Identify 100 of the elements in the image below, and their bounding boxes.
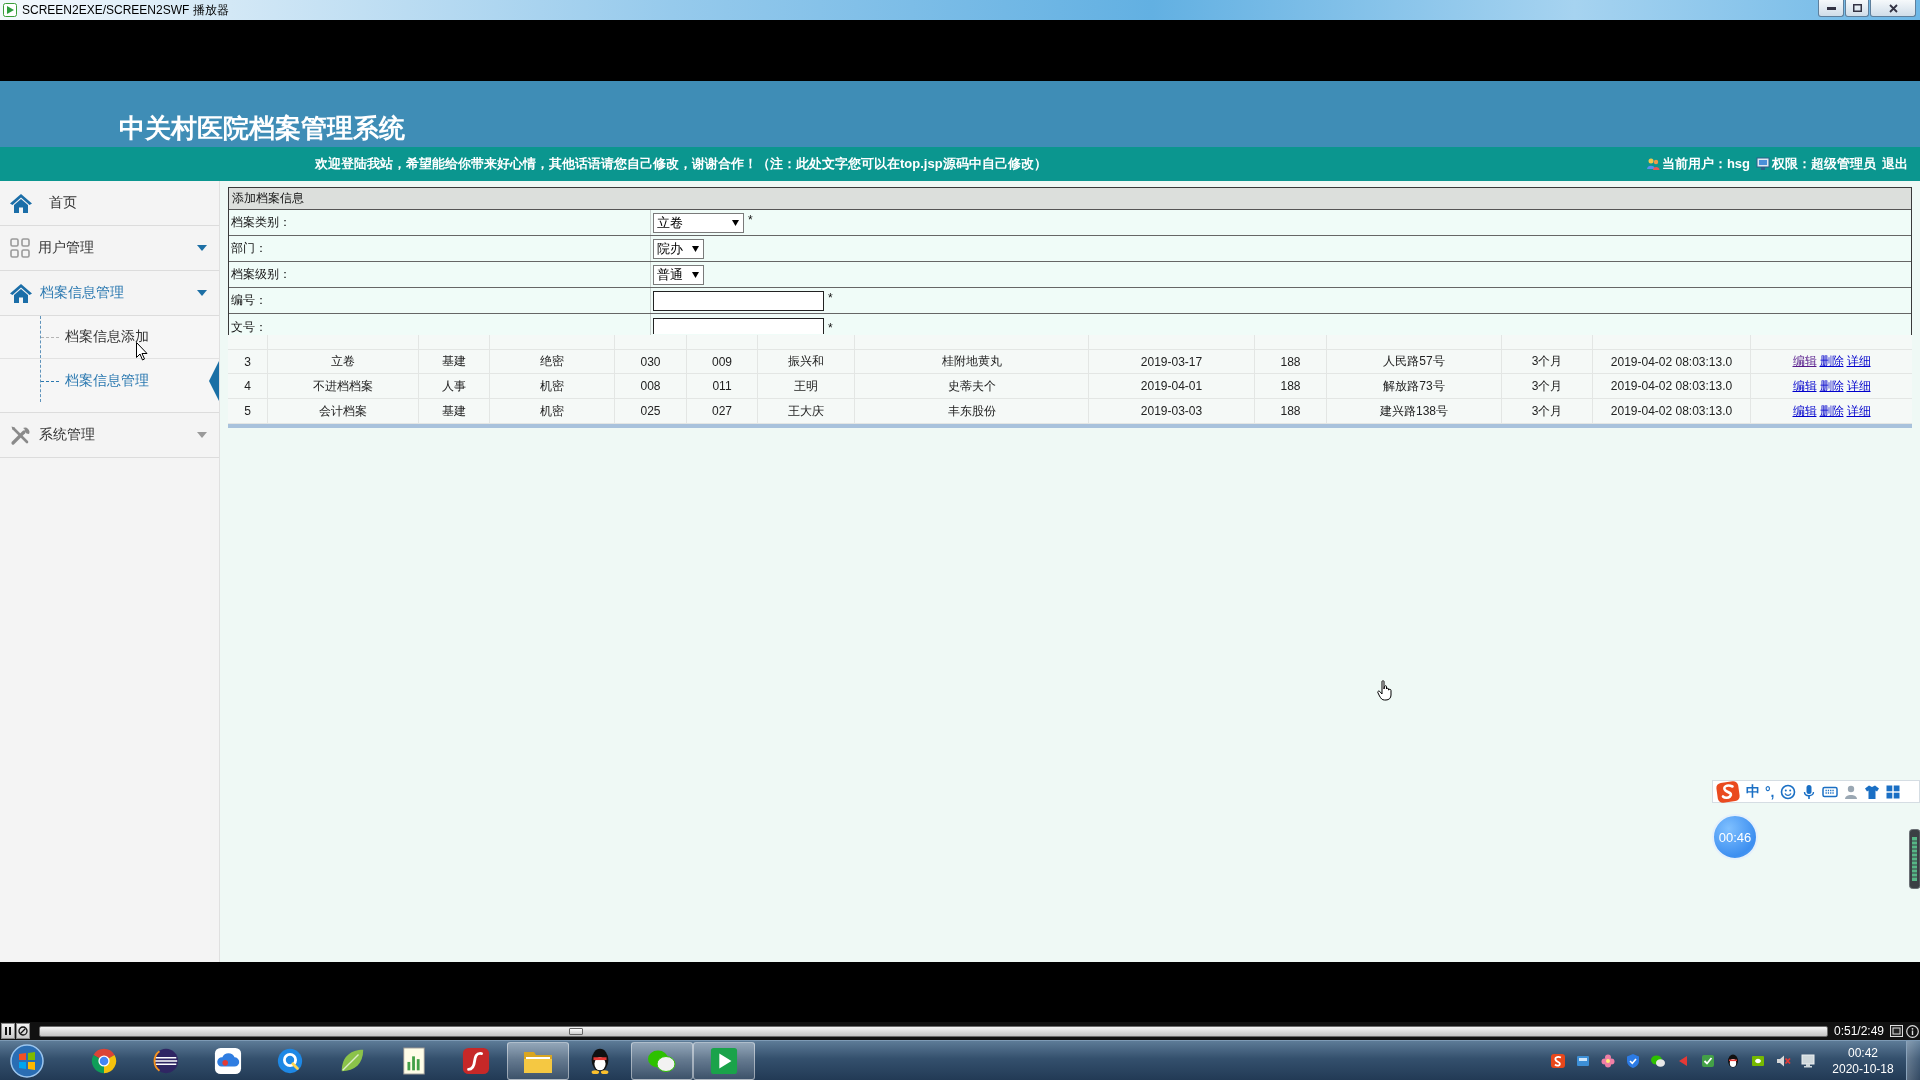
- shirt-icon[interactable]: [1863, 783, 1880, 800]
- required-mark: *: [828, 321, 833, 335]
- text-input[interactable]: [653, 318, 824, 334]
- table-cell: 008: [615, 374, 687, 398]
- role-text: 权限：超级管理员: [1772, 155, 1876, 173]
- table-cell: 桂附地黄丸: [855, 350, 1089, 373]
- table-cell: 人事: [419, 374, 490, 398]
- table-cell: 2019-04-01: [1089, 374, 1255, 398]
- monitor-icon[interactable]: [1800, 1052, 1816, 1069]
- dropdown[interactable]: 立卷: [653, 212, 744, 233]
- info-icon[interactable]: [1906, 1024, 1919, 1038]
- table-cell: 3个月: [1502, 374, 1593, 398]
- table-cell: 丰东股份: [855, 399, 1089, 423]
- delete-link[interactable]: 删除: [1819, 353, 1844, 370]
- delete-link[interactable]: 删除: [1819, 402, 1844, 420]
- hand-cursor-icon: [1377, 680, 1393, 701]
- table-cell: 2019-04-02 08:03:13.0: [1593, 350, 1751, 373]
- home-icon: [10, 283, 32, 303]
- grid-icon: [10, 238, 30, 258]
- player-app-icon: [3, 3, 17, 17]
- sidebar-item[interactable]: 系统管理: [0, 413, 219, 458]
- table-cell: 王大庆: [758, 399, 855, 423]
- monitor-icon: [1756, 157, 1770, 171]
- text-input[interactable]: [653, 290, 824, 311]
- table-cell: 绝密: [490, 350, 615, 373]
- cloud-icon: [214, 1046, 242, 1075]
- table-cell: 建兴路138号: [1327, 399, 1502, 423]
- close-button[interactable]: [1870, 0, 1916, 17]
- caret-icon: [197, 245, 207, 251]
- table-cell: 030: [615, 350, 687, 373]
- form-title: 添加档案信息: [229, 188, 1911, 210]
- caret-icon: [732, 219, 739, 226]
- stop-button[interactable]: [16, 1023, 30, 1039]
- window-title: SCREEN2EXE/SCREEN2SWF 播放器: [22, 1, 229, 19]
- table-cell: 解放路73号: [1327, 374, 1502, 398]
- close-icon: [1888, 3, 1898, 13]
- table-cell: 027: [687, 399, 758, 423]
- shield-icon[interactable]: [1625, 1052, 1641, 1069]
- taskbar-app-button[interactable]: [631, 1041, 693, 1080]
- smiley-icon[interactable]: [1779, 783, 1796, 800]
- level-meter-icon: [1909, 829, 1920, 889]
- grid-icon[interactable]: [1884, 783, 1901, 800]
- circle-slash-icon: [18, 1026, 28, 1036]
- input-mode-toggle[interactable]: 中: [1746, 782, 1760, 801]
- color-wheel-icon: [90, 1046, 118, 1075]
- chart-document-icon: [401, 1046, 427, 1075]
- table-cell: 3个月: [1502, 350, 1593, 373]
- dropdown[interactable]: 院办: [653, 238, 704, 259]
- table-cell: 2019-04-02 08:03:13.0: [1593, 399, 1751, 423]
- delete-link[interactable]: 删除: [1819, 377, 1844, 395]
- striped-circle-icon: [152, 1046, 180, 1075]
- punctuation-toggle[interactable]: °,: [1765, 783, 1775, 800]
- logout-link[interactable]: 退出: [1882, 155, 1908, 173]
- table-cell: 188: [1255, 350, 1327, 373]
- table-cell: 188: [1255, 374, 1327, 398]
- penguin-icon[interactable]: [1725, 1052, 1741, 1069]
- required-mark: *: [828, 291, 833, 305]
- table-cell: 2019-04-02 08:03:13.0: [1593, 374, 1751, 398]
- edit-link[interactable]: 编辑: [1792, 377, 1817, 395]
- home-icon: [10, 193, 32, 213]
- caret-icon: [197, 290, 207, 296]
- check-icon[interactable]: [1700, 1052, 1716, 1069]
- playback-time: 0:51/2:49: [1833, 1024, 1884, 1038]
- pause-icon: [5, 1027, 11, 1035]
- field-label: 档案级别：: [229, 262, 651, 287]
- clock-time: 00:42: [1848, 1044, 1878, 1061]
- users-icon: [1645, 157, 1660, 171]
- edit-link[interactable]: 编辑: [1792, 402, 1817, 420]
- caret-icon: [197, 432, 207, 438]
- table-cell: 史蒂夫个: [855, 374, 1089, 398]
- edit-link[interactable]: 编辑: [1792, 353, 1817, 370]
- caret-icon: [692, 245, 699, 252]
- ime-logo-icon[interactable]: [1550, 1052, 1566, 1069]
- current-user-text: 当前用户：hsg: [1661, 155, 1750, 173]
- seek-thumb[interactable]: [569, 1027, 584, 1035]
- site-title: 中关村医院档案管理系统: [119, 112, 405, 144]
- dropdown[interactable]: 普通: [653, 264, 704, 285]
- window-mode-icon[interactable]: [1890, 1025, 1903, 1037]
- minimize-button[interactable]: [1818, 0, 1844, 17]
- cursor-arrow-icon: [136, 342, 148, 361]
- taskbar-app-button[interactable]: [693, 1041, 755, 1080]
- maximize-button[interactable]: [1845, 0, 1869, 17]
- play-tile-icon: [710, 1046, 738, 1075]
- details-link[interactable]: 详细: [1846, 377, 1871, 395]
- sidebar-item[interactable]: 首页: [0, 181, 219, 226]
- pause-button[interactable]: [1, 1023, 15, 1039]
- table-cell: 2019-03-03: [1089, 399, 1255, 423]
- details-link[interactable]: 详细: [1846, 402, 1871, 420]
- table-cell: 3: [228, 350, 268, 373]
- submenu-item[interactable]: 档案信息管理: [0, 359, 219, 402]
- maximize-icon: [1852, 4, 1862, 12]
- sidebar-item[interactable]: 用户管理: [0, 226, 219, 271]
- table-cell: 王明: [758, 374, 855, 398]
- field-label: 编号：: [229, 288, 651, 313]
- details-link[interactable]: 详细: [1846, 353, 1871, 370]
- table-cell: 不进档档案: [268, 374, 419, 398]
- flower-icon[interactable]: [1600, 1052, 1616, 1069]
- table-cell: 机密: [490, 399, 615, 423]
- seek-track[interactable]: [39, 1025, 1828, 1037]
- welcome-notice: 欢迎登陆我站，希望能给你带来好心情，其他话语请您自己修改，谢谢合作！（注：此处文字您可以在top.jsp源码中自己修改）: [315, 155, 1047, 173]
